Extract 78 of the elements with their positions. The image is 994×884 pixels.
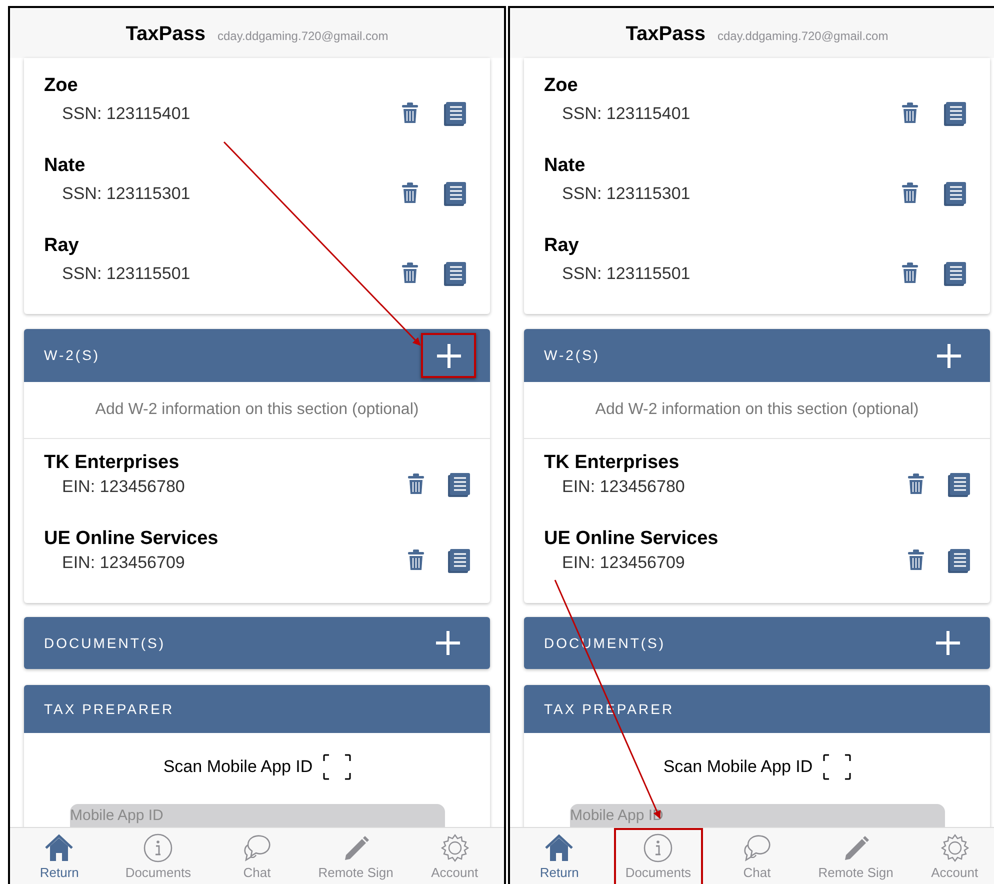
tab-item[interactable]: Account xyxy=(910,828,994,884)
document-icon[interactable] xyxy=(944,262,966,286)
chat-icon xyxy=(742,833,772,863)
document-icon[interactable] xyxy=(948,549,970,573)
tab-item[interactable]: Chat xyxy=(212,828,302,884)
settings-icon xyxy=(940,833,970,863)
document-icon[interactable] xyxy=(444,262,466,286)
add-icon xyxy=(435,630,461,656)
dependent-name: Ray xyxy=(44,234,80,258)
trash-icon[interactable] xyxy=(902,102,918,124)
dependent-ssn: SSN: 123115501 xyxy=(561,263,690,285)
scan-label: Scan Mobile App ID xyxy=(663,756,813,778)
add-icon xyxy=(436,342,462,368)
section-title: TAX PREPARER xyxy=(44,700,174,718)
info-icon xyxy=(643,833,674,863)
trash-icon[interactable] xyxy=(902,262,918,284)
employer-name: TK Enterprises xyxy=(544,451,680,475)
tab-item[interactable]: Remote Sign xyxy=(811,828,900,884)
trash-icon[interactable] xyxy=(402,262,418,284)
trash-icon[interactable] xyxy=(402,102,418,124)
account-email: cday.ddgaming.720@gmail.com xyxy=(717,28,888,45)
tab-item[interactable]: Chat xyxy=(712,828,802,884)
dependent-name: Nate xyxy=(44,154,86,178)
mobile-app-id-field[interactable]: Mobile App ID xyxy=(70,804,445,827)
trash-icon[interactable] xyxy=(902,182,918,204)
dependent-ssn: SSN: 123115301 xyxy=(61,183,190,205)
add-icon xyxy=(936,342,962,368)
document-icon[interactable] xyxy=(948,473,970,497)
scan-label: Scan Mobile App ID xyxy=(163,756,313,778)
tab-item[interactable]: Return xyxy=(15,828,104,884)
section-title: W-2(S) xyxy=(544,346,600,365)
chat-icon xyxy=(242,833,272,863)
app-title: TaxPass xyxy=(626,22,706,46)
trash-icon[interactable] xyxy=(408,473,424,495)
dependent-ssn: SSN: 123115401 xyxy=(561,103,690,125)
dependent-ssn: SSN: 123115301 xyxy=(561,183,690,205)
document-icon[interactable] xyxy=(944,182,966,206)
tab-item[interactable]: Return xyxy=(515,828,604,884)
settings-icon xyxy=(440,833,470,863)
app-title: TaxPass xyxy=(126,22,206,46)
dependent-name: Zoe xyxy=(544,74,579,98)
dependent-ssn: SSN: 123115501 xyxy=(61,263,190,285)
trash-icon[interactable] xyxy=(402,182,418,204)
employer-name: TK Enterprises xyxy=(44,451,180,475)
document-icon[interactable] xyxy=(444,102,466,126)
tab-item[interactable]: Account xyxy=(410,828,499,884)
home-icon xyxy=(44,833,74,863)
trash-icon[interactable] xyxy=(908,473,924,495)
scan-icon[interactable] xyxy=(822,754,851,780)
employer-ein: EIN: 123456780 xyxy=(561,476,685,498)
dependent-name: Nate xyxy=(544,154,586,178)
trash-icon[interactable] xyxy=(908,549,924,571)
employer-ein: EIN: 123456709 xyxy=(61,552,186,574)
info-icon xyxy=(143,833,174,863)
tab-item[interactable]: Documents xyxy=(114,828,203,884)
document-icon[interactable] xyxy=(944,102,966,126)
dependent-name: Ray xyxy=(544,234,580,258)
trash-icon[interactable] xyxy=(408,549,424,571)
account-email: cday.ddgaming.720@gmail.com xyxy=(217,28,388,45)
scan-icon[interactable] xyxy=(322,754,351,780)
add-w2-button[interactable] xyxy=(421,333,476,378)
section-title: W-2(S) xyxy=(44,346,100,365)
dependent-name: Zoe xyxy=(44,74,79,98)
dependent-ssn: SSN: 123115401 xyxy=(61,103,190,125)
add-icon xyxy=(935,630,961,656)
document-icon[interactable] xyxy=(444,182,466,206)
section-note: Add W-2 information on this section (optional) xyxy=(595,400,919,420)
home-icon xyxy=(544,833,574,863)
section-note: Add W-2 information on this section (optional) xyxy=(95,400,419,420)
document-icon[interactable] xyxy=(448,549,470,573)
employer-name: UE Online Services xyxy=(44,527,218,551)
section-title: DOCUMENT(S) xyxy=(44,634,166,653)
employer-ein: EIN: 123456709 xyxy=(561,552,686,574)
tab-item[interactable]: Documents xyxy=(614,828,703,884)
document-icon[interactable] xyxy=(448,473,470,497)
tab-item[interactable]: Remote Sign xyxy=(311,828,400,884)
employer-name: UE Online Services xyxy=(544,527,718,551)
employer-ein: EIN: 123456780 xyxy=(61,476,185,498)
